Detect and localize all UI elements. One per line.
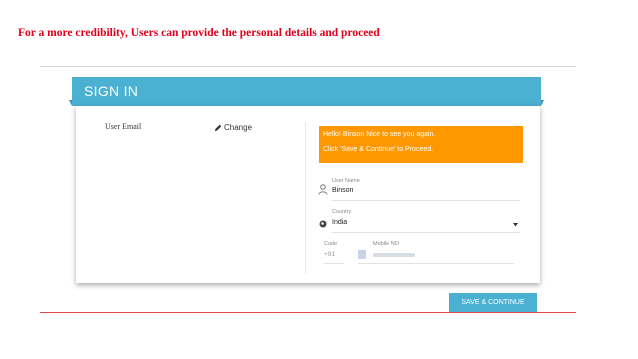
mobile-underline [358, 263, 514, 264]
mobile-field[interactable] [358, 248, 514, 262]
user-email-label: User Email [105, 122, 142, 131]
person-icon [318, 184, 328, 195]
header-ribbon-fold-right [541, 100, 544, 106]
top-divider [40, 66, 576, 67]
save-continue-button[interactable]: SAVE & CONTINUE [449, 293, 537, 312]
change-link[interactable]: Change [214, 123, 252, 132]
blurred-mobile-number [373, 253, 415, 257]
country-select[interactable]: India [332, 218, 520, 230]
alert-line-2: Click 'Save & Continue' to Proceed. [323, 146, 434, 153]
signin-card: User Email Change Hello! Binson Nice to … [76, 106, 540, 283]
code-underline [324, 263, 344, 264]
caret-down-icon [513, 223, 518, 227]
user-name-field[interactable]: Binson [332, 187, 353, 194]
bottom-divider [40, 312, 576, 313]
globe-icon [319, 220, 327, 228]
country-value: India [332, 219, 348, 226]
user-name-label: User Name [332, 178, 360, 184]
code-label: Code [324, 241, 338, 247]
country-label: Country [332, 209, 352, 215]
change-label: Change [224, 123, 253, 132]
signin-header: SIGN IN [72, 77, 541, 106]
country-underline [332, 232, 520, 233]
code-field[interactable]: +91 [324, 251, 335, 258]
alert-line-1: Hello! Binson Nice to see you again. [323, 131, 436, 138]
mobile-label: Mobile NO [373, 241, 399, 247]
user-name-underline [332, 200, 520, 201]
welcome-alert: Hello! Binson Nice to see you again. Cli… [319, 126, 523, 163]
signin-title: SIGN IN [84, 83, 139, 99]
vertical-divider [305, 122, 306, 274]
blurred-flag [358, 250, 366, 259]
slide-caption: For a more credibility, Users can provid… [18, 27, 380, 39]
pencil-icon [214, 124, 222, 131]
